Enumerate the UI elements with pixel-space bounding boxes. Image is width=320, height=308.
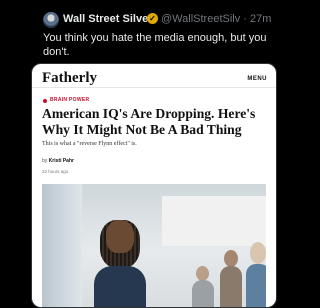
byline-prefix: by [42,158,48,164]
avatar[interactable] [43,12,59,28]
tweet-text: You think you hate the media enough, but… [43,32,267,58]
photo-face [106,220,134,253]
article-dek: This is what a "reverse Flynn effect" is… [42,141,137,147]
article-byline: by Kristi Pahr [42,158,74,164]
share-icon[interactable]: ⇪ [252,291,262,300]
menu-button: MENU [247,76,267,82]
photo-main-person [94,220,146,307]
article-headline: American IQ's Are Dropping. Here's Why I… [42,106,256,137]
article-author: Kristi Pahr [48,158,74,164]
article-photo [42,184,266,307]
photo-person [192,280,214,307]
author-handle-time[interactable]: @WallStreetSilv · 27m [161,13,271,25]
photo-person-head [224,250,238,267]
article-time: 22 hours ago [42,169,69,174]
link-card[interactable]: Fatherly MENU BRAIN POWER American IQ's … [31,63,277,308]
photo-person-head [196,266,209,281]
header-divider [32,87,276,88]
category-dot-icon [43,99,47,103]
photo-person [246,264,266,307]
category-label: BRAIN POWER [50,97,90,103]
site-logo: Fatherly [42,70,97,86]
photo-person [220,266,242,307]
photo-shirt [94,266,146,307]
photo-window [42,184,82,307]
author-name[interactable]: Wall Street Silver [63,13,152,25]
photo-wall [162,196,266,246]
verified-badge-icon: ✓ [147,13,158,24]
photo-person-head [250,242,266,264]
